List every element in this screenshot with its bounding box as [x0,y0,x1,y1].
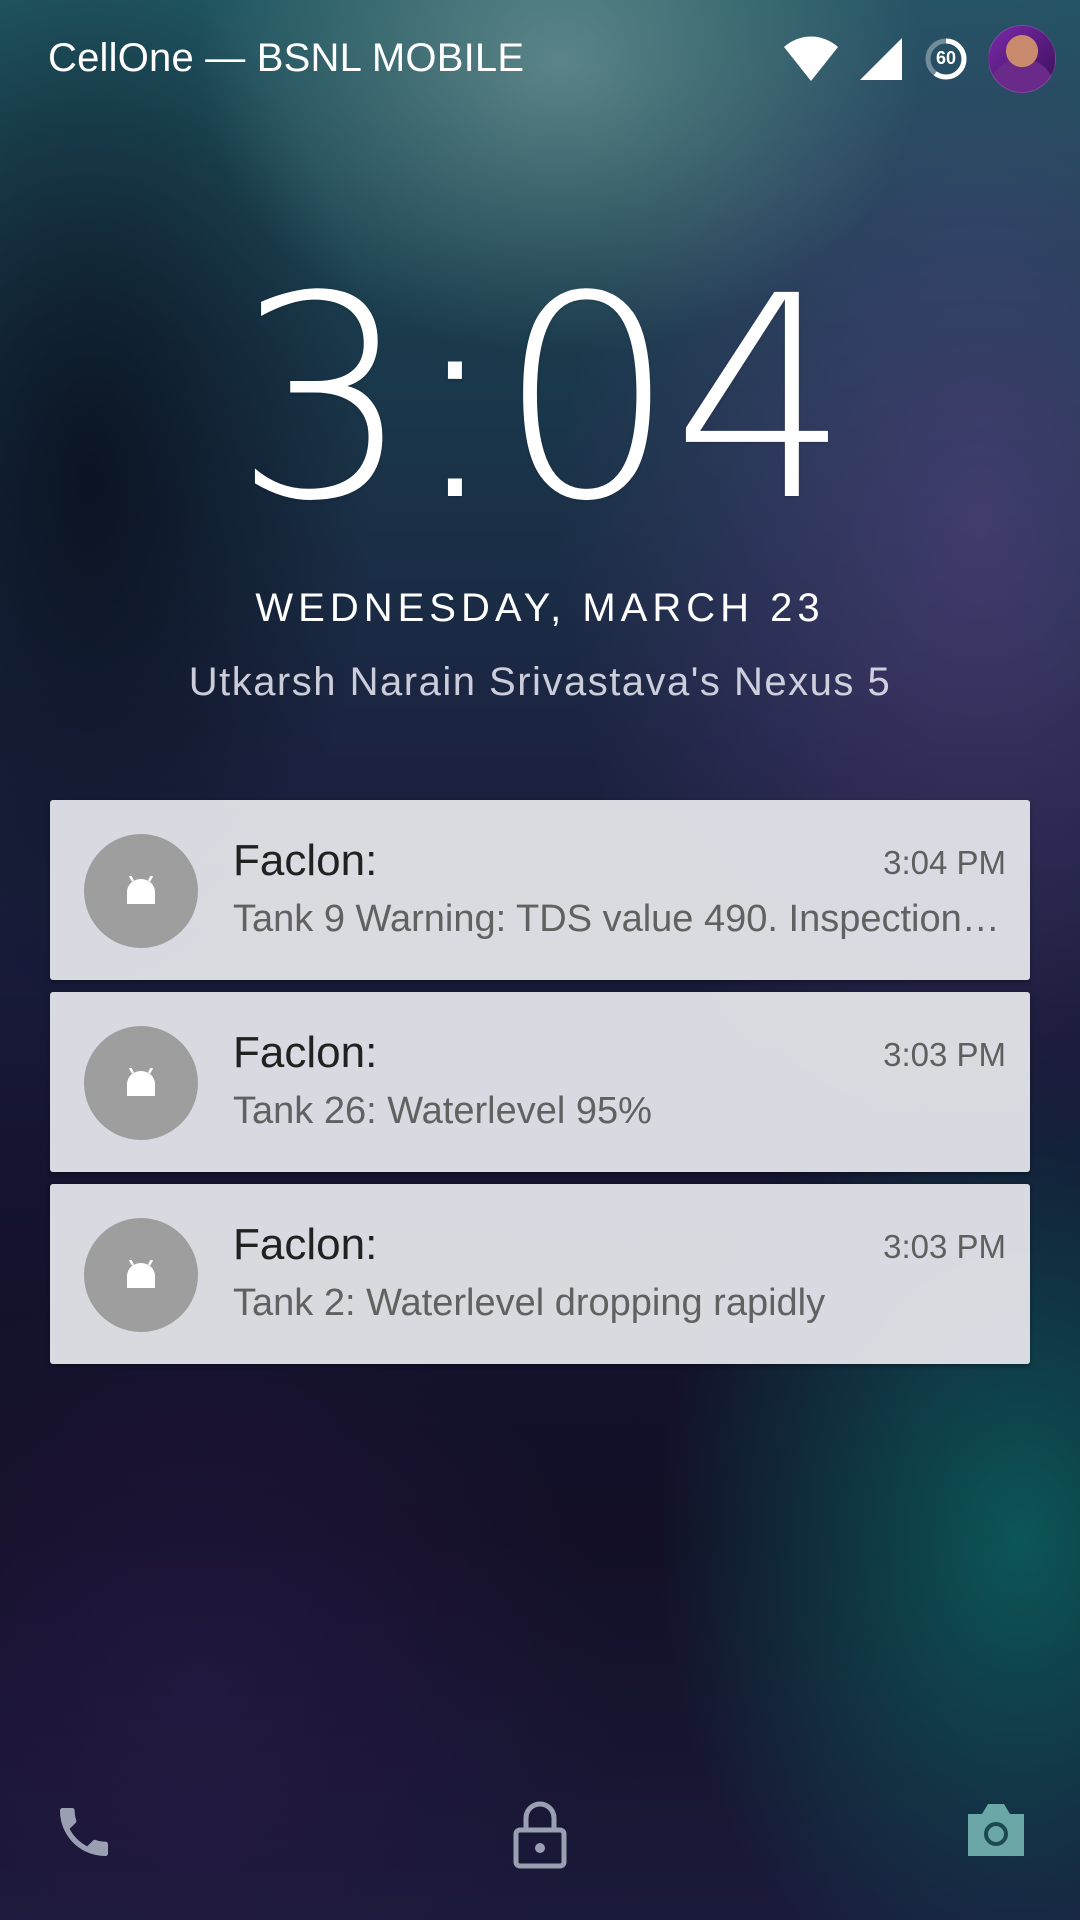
notification-title: Faclon: [233,836,378,885]
notification-card[interactable]: Faclon: 3:03 PM Tank 2: Waterlevel dropp… [50,1184,1030,1364]
notification-title: Faclon: [233,1220,378,1269]
notification-time: 3:04 PM [883,844,1006,881]
camera-icon[interactable] [964,1800,1028,1860]
android-icon [84,1218,198,1332]
status-bar: CellOne — BSNL MOBILE 60 [0,0,1080,120]
android-icon [84,834,198,948]
notification-text: Tank 2: Waterlevel dropping rapidly [233,1282,826,1324]
battery-level: 60 [935,48,957,68]
wifi-icon [784,36,838,81]
notification-text: Tank 26: Waterlevel 95% [233,1090,652,1132]
carrier-label: CellOne — BSNL MOBILE [48,36,525,80]
notification-list: Faclon: 3:04 PM Tank 9 Warning: TDS valu… [50,800,1030,1376]
status-icons: 60 [782,24,1056,94]
notification-time: 3:03 PM [883,1036,1006,1073]
notification-time: 3:03 PM [883,1228,1006,1265]
notification-title: Faclon: [233,1028,378,1077]
android-icon [84,1026,198,1140]
lockscreen-date: WEDNESDAY, MARCH 23 [255,586,825,630]
battery-icon: 60 [922,35,970,83]
lock-icon[interactable] [510,1800,570,1870]
lockscreen-clock: 3:04 [233,237,851,563]
user-avatar[interactable] [988,25,1056,93]
notification-text: Tank 9 Warning: TDS value 490. Inspectio… [233,898,1003,940]
notification-card[interactable]: Faclon: 3:04 PM Tank 9 Warning: TDS valu… [50,800,1030,980]
phone-icon[interactable] [52,1800,116,1864]
owner-info: Utkarsh Narain Srivastava's Nexus 5 [188,660,892,704]
notification-card[interactable]: Faclon: 3:03 PM Tank 26: Waterlevel 95% [50,992,1030,1172]
cell-signal-icon [860,38,902,80]
